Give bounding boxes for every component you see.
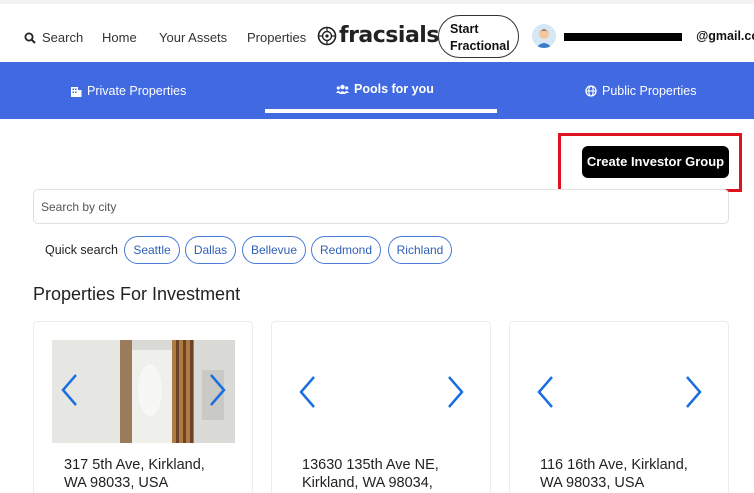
quick-search-chip-redmond[interactable]: Redmond (311, 236, 381, 264)
chevron-left-icon[interactable] (58, 372, 82, 408)
property-card[interactable]: 13630 135th Ave NE, Kirkland, WA 98034, (271, 321, 491, 493)
users-icon (336, 84, 349, 94)
nav-home[interactable]: Home (102, 30, 137, 46)
chevron-left-icon[interactable] (296, 374, 320, 410)
quick-search-chip-richland[interactable]: Richland (388, 236, 452, 264)
quick-search-label: Quick search (45, 243, 118, 257)
active-tab-indicator (265, 109, 497, 113)
nav-search-label: Search (42, 30, 84, 45)
section-title: Properties For Investment (33, 284, 241, 304)
nav-properties[interactable]: Properties (247, 30, 306, 46)
start-fractional-line1: Start (450, 22, 479, 36)
property-card[interactable]: 317 5th Ave, Kirkland, WA 98033, USA (33, 321, 253, 493)
property-address: 13630 135th Ave NE, Kirkland, WA 98034, (302, 456, 472, 492)
nav-your-assets[interactable]: Your Assets (159, 30, 227, 46)
user-menu[interactable]: xxxxxxxxxxxxxxxxxxx@gmail.com (532, 24, 754, 48)
address-line-1: 116 16th Ave, Kirkland, (540, 457, 688, 473)
tab-private-label: Private Properties (87, 84, 187, 98)
quick-search-chip-seattle[interactable]: Seattle (124, 236, 180, 264)
address-line-2: WA 98033, USA (64, 475, 169, 491)
chevron-right-icon[interactable] (205, 372, 229, 408)
start-fractional-line2: Fractional (450, 39, 510, 53)
address-line-1: 13630 135th Ave NE, (302, 457, 439, 473)
building-icon (71, 87, 82, 97)
brand-logo[interactable]: fracsials (317, 23, 439, 48)
tab-pools-for-you[interactable]: Pools for you (336, 82, 434, 96)
logo-text: fracsials (339, 23, 439, 48)
property-address: 317 5th Ave, Kirkland, WA 98033, USA (64, 456, 234, 492)
city-search-input[interactable]: Search by city (33, 189, 729, 224)
tab-public-properties[interactable]: Public Properties (585, 84, 697, 98)
tab-private-properties[interactable]: Private Properties (70, 84, 186, 98)
tab-pools-label: Pools for you (354, 82, 434, 96)
globe-icon (585, 85, 597, 97)
address-line-1: 317 5th Ave, Kirkland, (64, 457, 205, 473)
nav-search[interactable]: Search (24, 30, 83, 46)
quick-search-chip-dallas[interactable]: Dallas (185, 236, 236, 264)
user-email-domain: @gmail.com (696, 29, 754, 43)
email-redaction (564, 33, 682, 41)
search-icon (24, 32, 36, 44)
start-fractional-button[interactable]: Start Fractional (438, 15, 519, 58)
quick-search-chip-bellevue[interactable]: Bellevue (242, 236, 306, 264)
chevron-right-icon[interactable] (443, 374, 467, 410)
logo-icon (317, 26, 337, 45)
property-address: 116 16th Ave, Kirkland, WA 98033, USA (540, 456, 710, 492)
address-line-2: WA 98033, USA (540, 475, 645, 491)
chevron-right-icon[interactable] (681, 374, 705, 410)
top-navbar: Search Home Your Assets Properties fracs… (0, 0, 754, 62)
property-card[interactable]: 116 16th Ave, Kirkland, WA 98033, USA (509, 321, 729, 493)
avatar[interactable] (532, 24, 556, 48)
create-investor-group-button[interactable]: Create Investor Group (582, 146, 729, 178)
chevron-left-icon[interactable] (534, 374, 558, 410)
tab-public-label: Public Properties (602, 84, 697, 98)
user-email: xxxxxxxxxxxxxxxxxxx@gmail.com (564, 29, 754, 43)
address-line-2: Kirkland, WA 98034, (302, 475, 433, 491)
